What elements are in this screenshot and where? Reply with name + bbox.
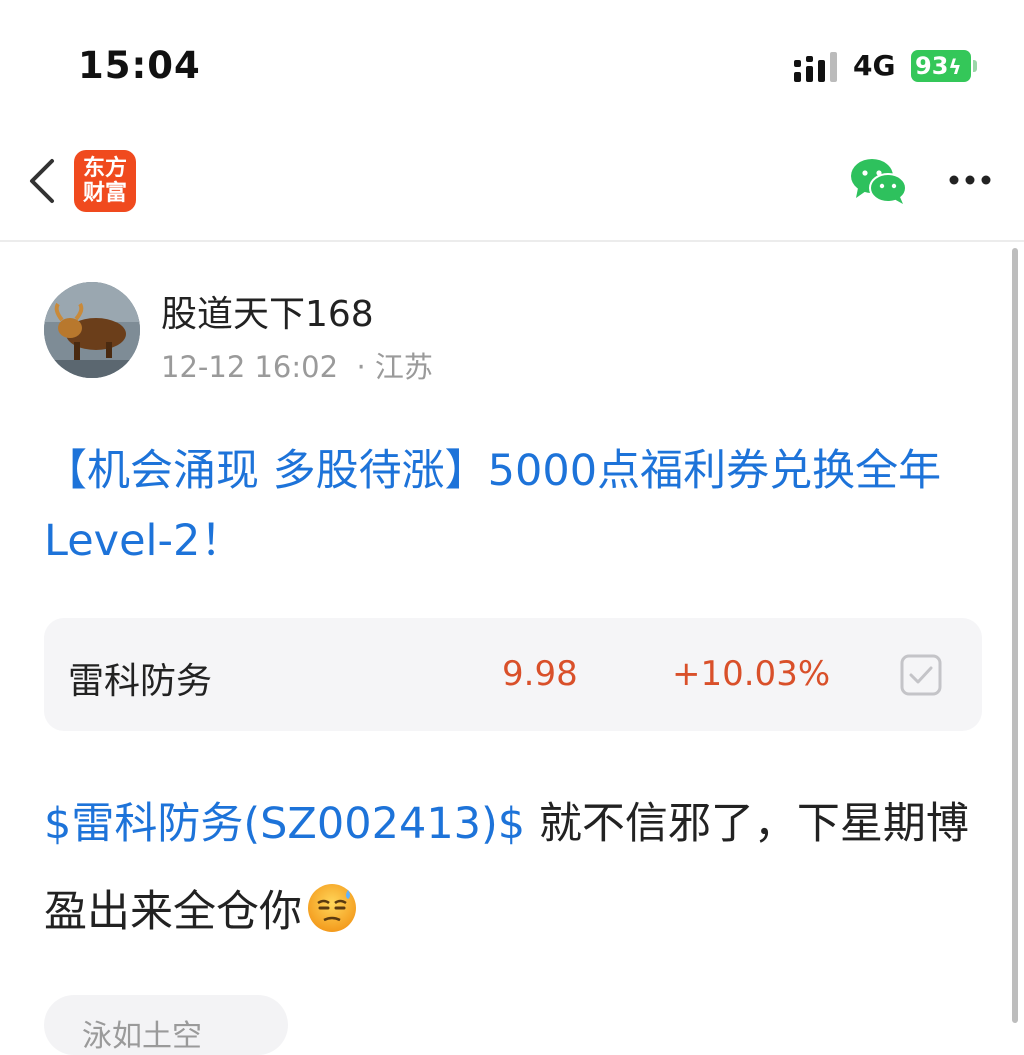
back-icon[interactable] bbox=[24, 155, 60, 207]
status-time: 15:04 bbox=[78, 44, 201, 87]
signal-icon bbox=[794, 52, 837, 82]
status-bar: 15:04 4G 93ϟ bbox=[0, 0, 1024, 130]
battery-level: 93 bbox=[915, 52, 949, 80]
stock-price: 9.98 bbox=[502, 654, 578, 694]
battery-indicator: 93ϟ bbox=[911, 50, 971, 82]
bull-statue-image bbox=[44, 282, 140, 378]
more-icon[interactable] bbox=[948, 174, 992, 186]
stock-change: +10.03% bbox=[672, 654, 831, 694]
post-body: $雷科防务(SZ002413)$ 就不信邪了，下星期博盈出来全仓你 bbox=[44, 780, 994, 956]
scrollbar[interactable] bbox=[1012, 248, 1018, 1023]
post-meta: 12-12 16:02 · 江苏 bbox=[161, 350, 433, 384]
stock-name: 雷科防务 bbox=[68, 661, 213, 702]
app-logo[interactable]: 东方 财富 bbox=[74, 150, 136, 212]
avatar[interactable] bbox=[44, 282, 140, 378]
app-logo-line1: 东方 bbox=[82, 156, 127, 181]
tag-pill[interactable]: 泳如土空 bbox=[44, 995, 288, 1055]
app-logo-line2: 财富 bbox=[82, 181, 127, 206]
tag-text: 泳如土空 bbox=[82, 1019, 202, 1054]
stock-card[interactable]: 雷科防务 9.98 +10.03% bbox=[44, 618, 982, 731]
cold-sweat-emoji-icon bbox=[308, 884, 356, 932]
battery-cap bbox=[973, 60, 977, 72]
nav-bar: 东方 财富 bbox=[0, 130, 1024, 242]
post-title[interactable]: 【机会涌现 多股待涨】5000点福利券兑换全年Level-2！ bbox=[44, 436, 984, 576]
wechat-icon[interactable] bbox=[850, 158, 908, 204]
network-type: 4G bbox=[853, 49, 896, 82]
author-name[interactable]: 股道天下168 bbox=[161, 285, 374, 337]
stock-link[interactable]: $雷科防务(SZ002413)$ bbox=[44, 799, 525, 849]
charging-bolt-icon: ϟ bbox=[948, 55, 962, 79]
add-watchlist-check-icon[interactable] bbox=[900, 654, 942, 696]
